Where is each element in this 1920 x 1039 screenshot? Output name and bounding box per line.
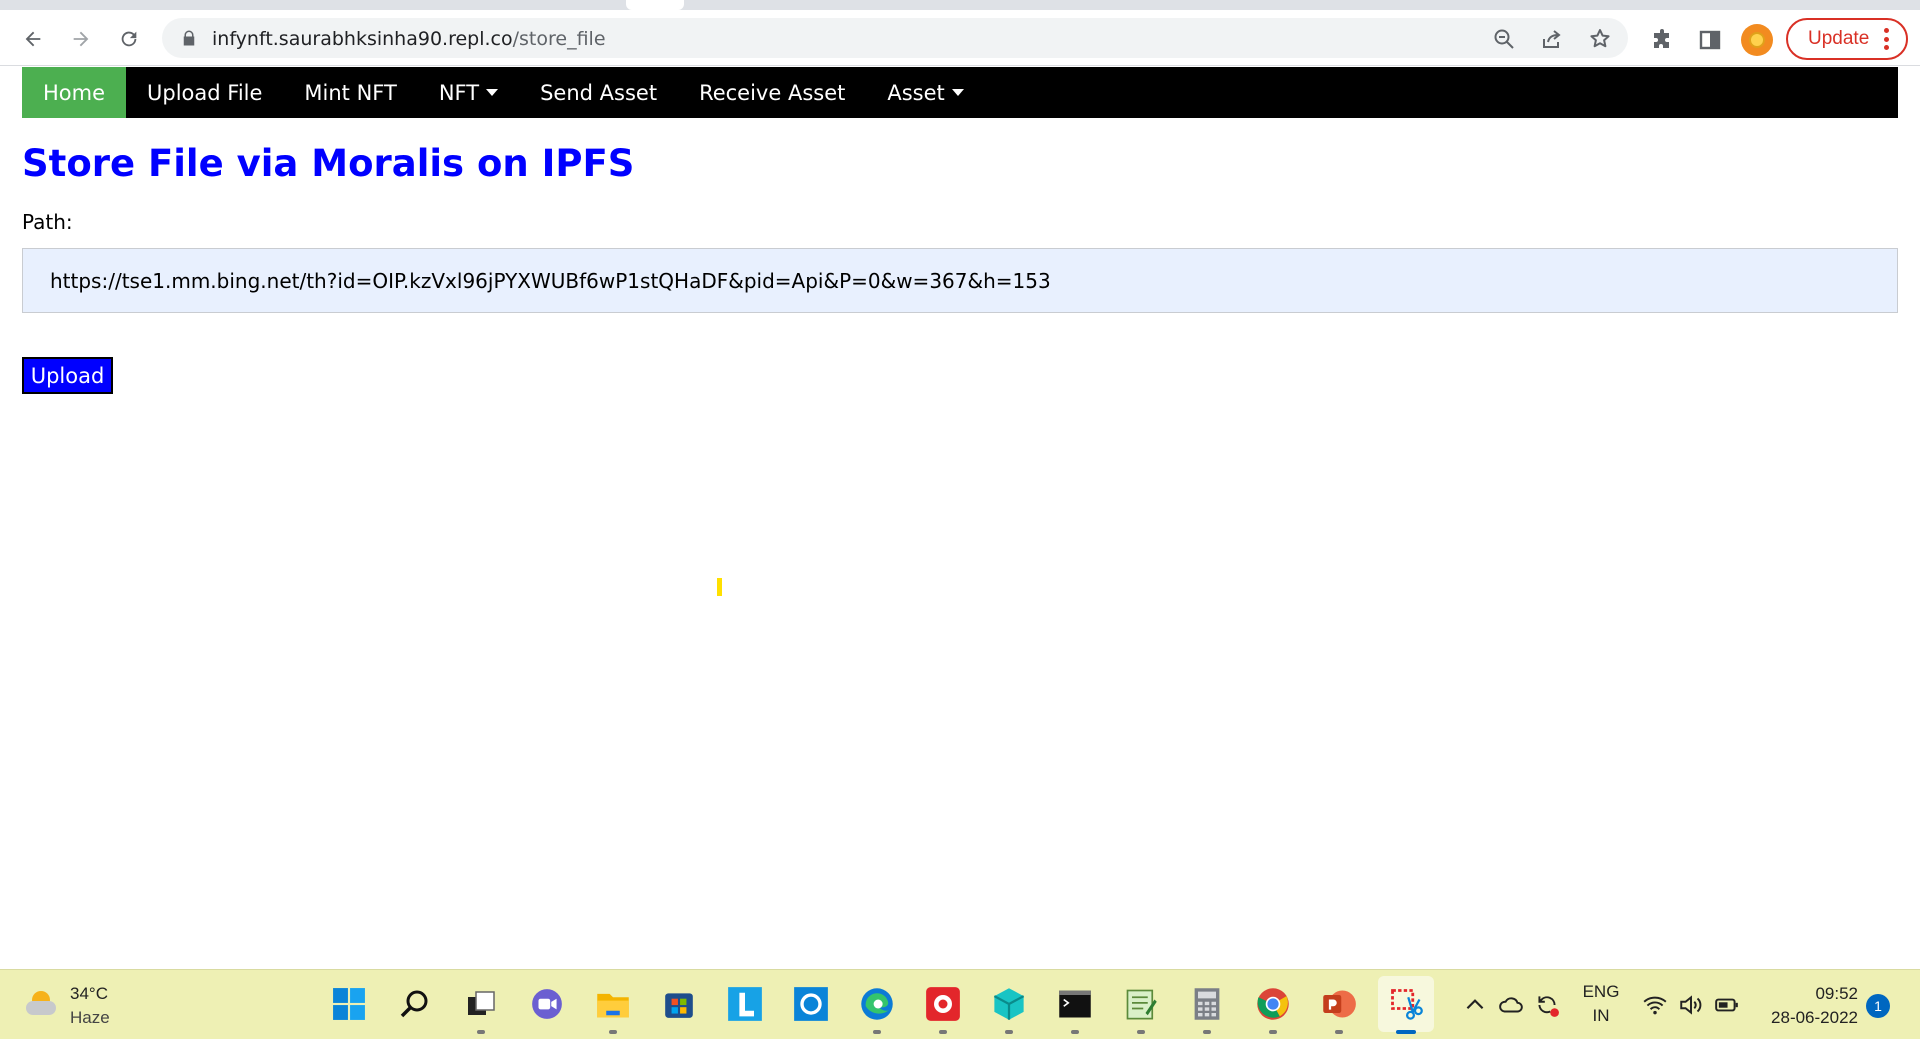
battery-icon[interactable] [1714,992,1740,1018]
side-panel-icon[interactable] [1698,28,1722,52]
system-clock[interactable]: 09:52 28-06-2022 [1752,982,1858,1030]
extensions-icon[interactable] [1650,28,1674,52]
url-text[interactable]: infynft.saurabhksinha90.repl.co/store_fi… [212,28,606,50]
windows-start-icon[interactable] [329,984,369,1024]
share-icon[interactable] [1540,27,1564,51]
onedrive-cloud-icon[interactable] [1498,992,1524,1018]
nav-send-asset-label: Send Asset [540,80,658,105]
microsoft-store-icon[interactable] [659,984,699,1024]
weather-temperature: 34°C [70,984,108,1003]
language-code: ENG [1582,982,1620,1001]
wifi-icon[interactable] [1642,992,1668,1018]
3d-viewer-icon[interactable] [989,984,1029,1034]
clock-date: 28-06-2022 [1771,1008,1858,1027]
url-path: /store_file [512,28,606,50]
nav-receive-asset-label: Receive Asset [699,80,846,105]
address-bar[interactable]: infynft.saurabhksinha90.repl.co/store_fi… [162,18,1628,58]
cast-app-icon[interactable] [923,984,963,1034]
clock-time: 09:52 [1815,984,1858,1003]
caret-down-icon [486,89,499,96]
show-hidden-icons-chevron-up-icon[interactable] [1462,992,1488,1018]
update-button[interactable]: Update [1786,18,1908,60]
teams-chat-icon[interactable] [527,984,567,1024]
nav-asset-dropdown[interactable]: Asset [866,67,984,118]
nav-mint-nft-label: Mint NFT [304,80,397,105]
snipping-tool-icon[interactable] [1378,976,1434,1034]
nav-mint-nft[interactable]: Mint NFT [283,67,417,118]
caret-down-icon [951,89,964,96]
sync-alert-icon[interactable] [1534,992,1560,1018]
launcher-l-icon[interactable] [725,984,765,1024]
nav-upload-file-label: Upload File [147,80,263,105]
nav-nft-label: NFT [438,80,480,105]
weather-condition: Haze [70,1008,110,1027]
weather-haze-icon [26,989,60,1023]
cortana-icon[interactable] [791,984,831,1024]
task-view-icon[interactable] [461,984,501,1034]
nav-receive-asset[interactable]: Receive Asset [678,67,866,118]
upload-button[interactable]: Upload [22,357,113,394]
search-icon[interactable] [395,984,435,1024]
path-label: Path: [22,210,73,234]
language-indicator[interactable]: ENG IN [1580,980,1622,1028]
file-explorer-icon[interactable] [593,984,633,1034]
reload-icon[interactable] [112,22,146,56]
zoom-icon[interactable] [1492,27,1516,51]
forward-icon[interactable] [64,22,98,56]
active-tab[interactable] [626,0,684,10]
volume-icon[interactable] [1678,992,1704,1018]
path-input[interactable] [22,248,1898,313]
edge-icon[interactable] [857,984,897,1034]
notification-badge[interactable]: 1 [1866,994,1890,1018]
nav-asset-label: Asset [887,80,945,105]
nav-home-label: Home [43,80,106,105]
weather-widget[interactable]: 34°C Haze [26,982,110,1030]
nav-home[interactable]: Home [22,67,127,118]
menu-dots-icon [1884,28,1890,50]
profile-avatar[interactable] [1741,24,1773,56]
taskbar: 34°C Haze ENG IN 09:52 28-06-2022 1 [0,969,1920,1039]
nav-send-asset[interactable]: Send Asset [519,67,678,118]
chrome-icon[interactable] [1253,984,1293,1034]
bookmark-star-icon[interactable] [1588,27,1612,51]
page-title: Store File via Moralis on IPFS [22,142,635,185]
top-navbar: Home Upload File Mint NFT NFT Send Asset… [22,67,1898,118]
powerpoint-icon[interactable] [1319,984,1359,1034]
region-code: IN [1592,1006,1610,1025]
nav-upload-file[interactable]: Upload File [126,67,283,118]
notepad-icon[interactable] [1121,984,1161,1034]
update-label: Update [1808,28,1870,49]
back-icon[interactable] [16,22,50,56]
terminal-icon[interactable] [1055,984,1095,1034]
tab-strip [0,0,1920,10]
nav-nft-dropdown[interactable]: NFT [418,67,519,118]
url-domain: infynft.saurabhksinha90.repl.co [212,28,513,50]
lock-icon[interactable] [180,29,198,47]
calculator-icon[interactable] [1187,984,1227,1034]
browser-toolbar: infynft.saurabhksinha90.repl.co/store_fi… [0,10,1920,66]
text-cursor-icon [717,578,722,596]
